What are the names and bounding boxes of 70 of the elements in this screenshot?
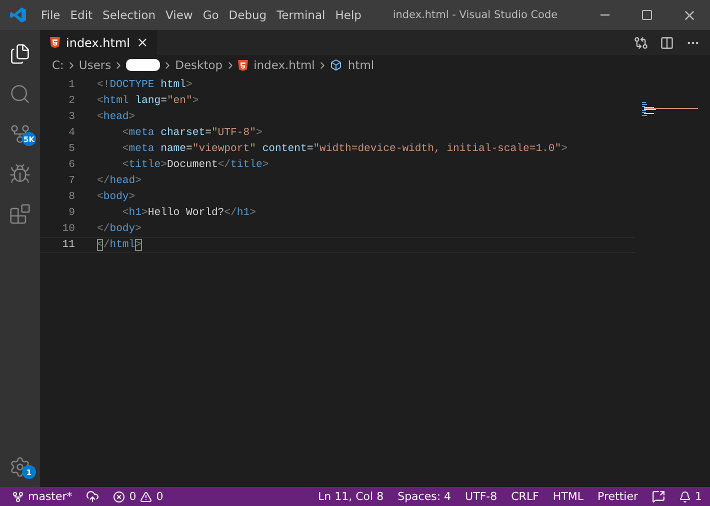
line-number: 3	[68, 111, 75, 123]
menu-item[interactable]: Edit	[65, 8, 98, 22]
cube-icon	[330, 59, 342, 71]
branch-status[interactable]: master*	[12, 490, 72, 503]
status-item[interactable]: CRLF	[511, 490, 539, 503]
breadcrumb-item[interactable]: Desktop	[175, 58, 223, 72]
redaction-mark	[126, 59, 160, 71]
settings-icon	[9, 456, 31, 478]
notifications-status[interactable]: 1	[679, 490, 702, 503]
bug-icon	[9, 163, 31, 185]
minimap-drawing	[642, 102, 700, 116]
line-number: 9	[68, 207, 75, 219]
menu-item[interactable]: Terminal	[272, 8, 330, 22]
html-file-icon	[238, 60, 248, 70]
status-item[interactable]: UTF-8	[465, 490, 498, 503]
breadcrumb-item[interactable]: index.html	[238, 58, 315, 72]
menu-item[interactable]: Selection	[98, 8, 161, 22]
line-number: 1	[68, 79, 75, 91]
menu-item[interactable]: Go	[198, 8, 224, 22]
line-number: 2	[68, 95, 75, 107]
status-item[interactable]: Spaces: 4	[398, 490, 452, 503]
code-line: <h1>Hello World?</h1>	[121, 207, 256, 219]
blocks-icon	[9, 203, 31, 225]
publish-icon[interactable]	[86, 490, 100, 503]
warning-icon	[140, 490, 152, 502]
bell-icon	[679, 490, 691, 502]
compare-icon[interactable]	[634, 36, 648, 50]
line-number: 6	[68, 159, 75, 171]
code-line: <meta name="viewport" content="width=device-width, initial-scale=1.0">	[121, 143, 568, 155]
line-number: 11	[61, 239, 75, 251]
search-icon	[9, 83, 31, 105]
maximize-icon[interactable]	[641, 9, 653, 21]
line-number: 5	[68, 143, 75, 155]
menu-item[interactable]: View	[160, 8, 198, 22]
line-number: 8	[68, 191, 75, 203]
line-number: 7	[68, 175, 75, 187]
close-icon[interactable]	[136, 36, 149, 49]
code-line: <html lang="en">	[97, 95, 199, 107]
status-item[interactable]: HTML	[552, 490, 584, 503]
files-icon	[9, 43, 31, 65]
menu-item[interactable]: File	[36, 8, 66, 22]
branch-name: master*	[28, 490, 72, 503]
code-line: <title>Document</title>	[121, 159, 269, 171]
problems-status[interactable]: 0 0	[113, 490, 164, 503]
status-item[interactable]: Ln 11, Col 8	[318, 490, 384, 503]
editor-tab[interactable]: index.html	[40, 30, 157, 55]
code-line: <meta charset="UTF-8">	[121, 127, 262, 139]
breadcrumb-item[interactable]: Users	[78, 58, 112, 72]
code-line: <!DOCTYPE html>	[97, 79, 192, 91]
menu-item[interactable]: Help	[330, 8, 366, 22]
status-item[interactable]: Prettier	[598, 490, 638, 503]
breadcrumb-item[interactable]: html	[330, 58, 374, 72]
code-line: </body>	[97, 223, 142, 235]
error-icon	[113, 490, 126, 502]
feedback-icon[interactable]	[652, 490, 665, 503]
code-line: <body>	[97, 191, 136, 203]
menu-item[interactable]: Debug	[224, 8, 272, 22]
code-line: <head>	[97, 111, 136, 123]
breadcrumb-item[interactable]: C:	[52, 58, 64, 72]
error-count: 0	[129, 490, 136, 503]
branch-icon	[12, 490, 24, 502]
line-number: 10	[61, 223, 75, 235]
html-file-icon	[50, 37, 60, 48]
code-line: </head>	[97, 175, 142, 187]
window-title: index.html - Visual Studio Code	[392, 9, 559, 21]
warning-count: 0	[156, 490, 164, 503]
notification-count: 1	[695, 490, 702, 503]
line-number: 4	[68, 127, 75, 139]
split-editor-icon[interactable]	[660, 36, 674, 50]
logo-icon	[10, 7, 26, 23]
